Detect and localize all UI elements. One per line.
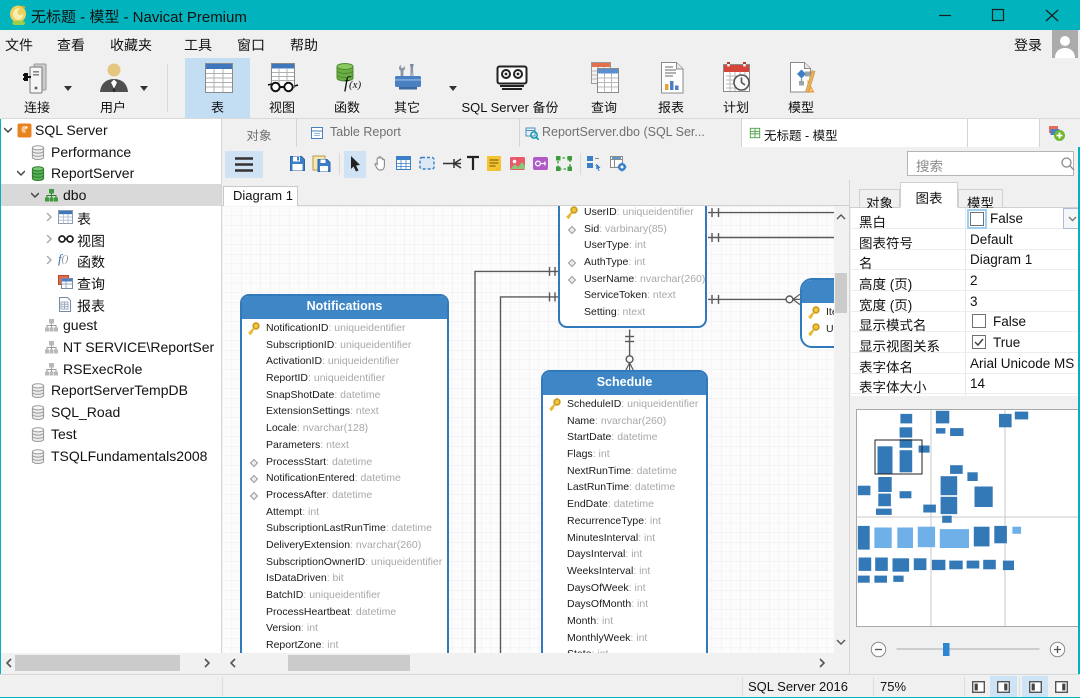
svg-text:(x): (x) [349,79,362,91]
